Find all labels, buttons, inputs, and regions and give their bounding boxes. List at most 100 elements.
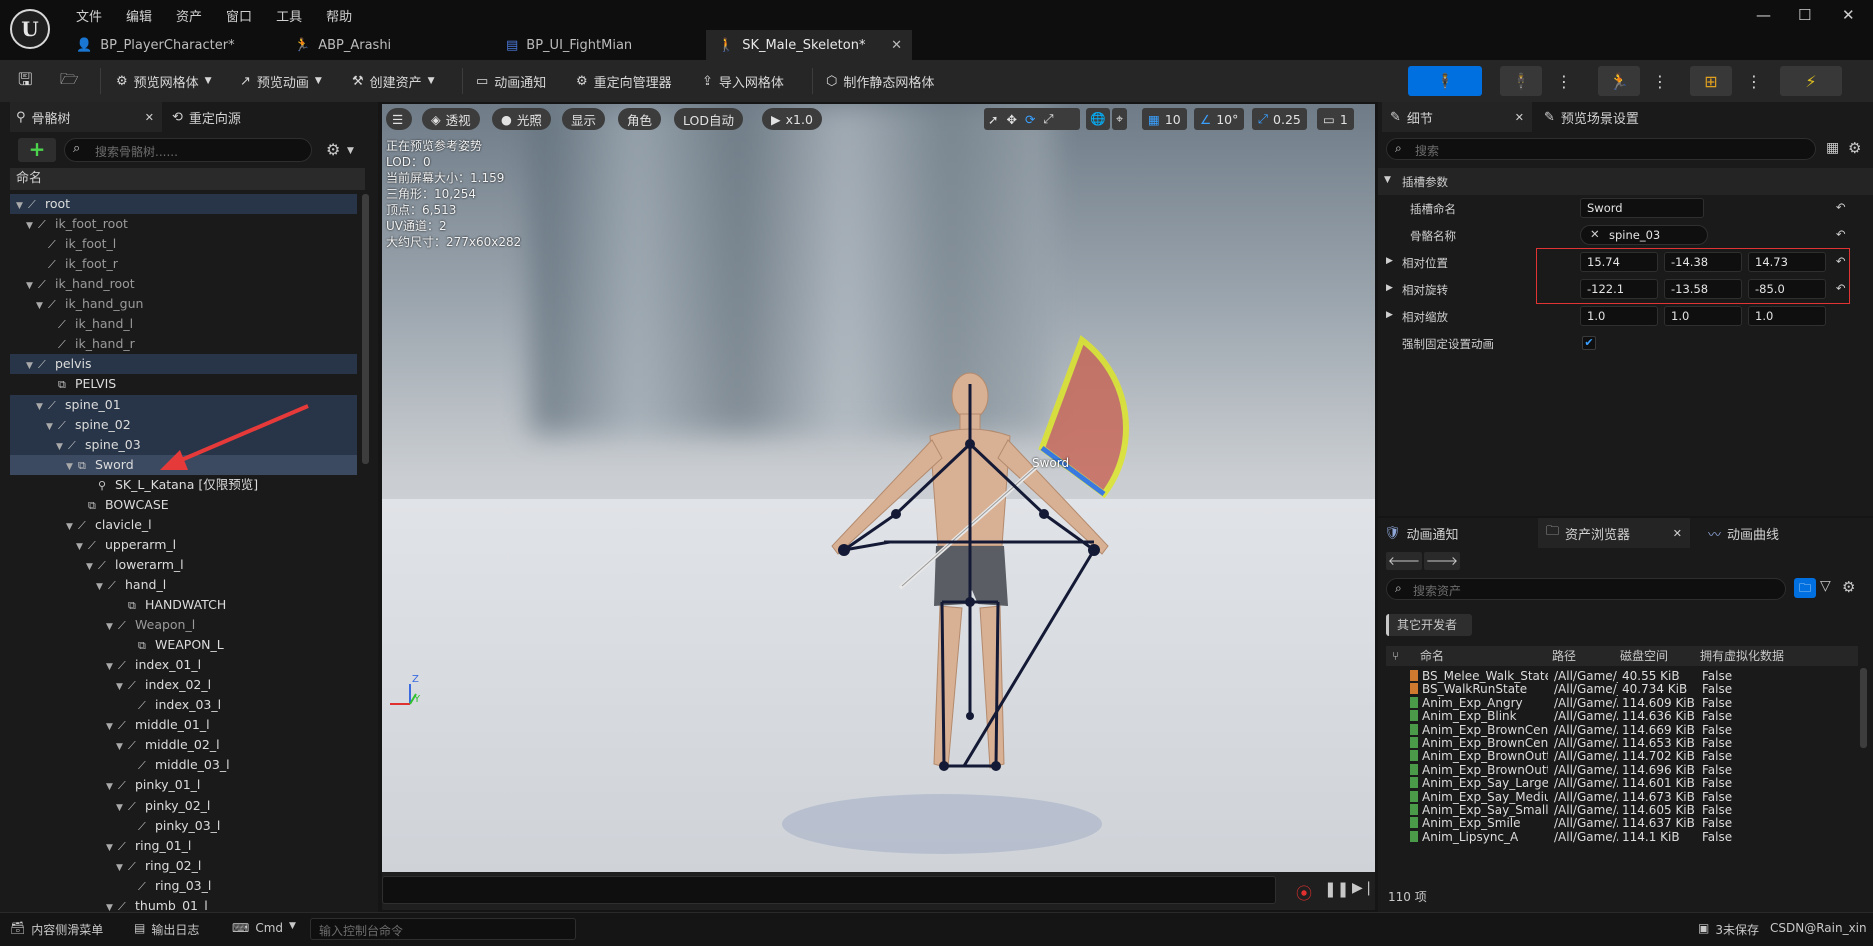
bone-row[interactable]: ⟋ pinky_03_l: [10, 816, 357, 836]
source-control-label[interactable]: CSDN@Rain_xin: [1770, 921, 1867, 935]
step-forward-icon[interactable]: ▶❘: [1352, 880, 1375, 896]
reset-icon[interactable]: ↶: [1836, 200, 1846, 214]
animation-mode-button[interactable]: 🏃: [1598, 66, 1640, 96]
close-tab-icon[interactable]: ✕: [891, 38, 902, 53]
minimize-button[interactable]: —: [1756, 6, 1771, 24]
close-icon[interactable]: ✕: [145, 111, 154, 124]
bone-row[interactable]: ▼ ⟋ lowerarm_l: [10, 555, 357, 575]
clear-icon[interactable]: ✕: [1590, 227, 1600, 241]
col-path[interactable]: 路径: [1552, 646, 1576, 666]
chevron-down-icon[interactable]: ▼: [16, 196, 28, 216]
tab-preview-scene-settings[interactable]: ✎ 预览场景设置: [1544, 102, 1639, 132]
chevron-down-icon[interactable]: ▼: [116, 798, 128, 818]
maximize-button[interactable]: ☐: [1798, 6, 1811, 24]
chevron-down-icon[interactable]: ▼: [116, 858, 128, 878]
unsaved-button[interactable]: ▣ 3未保存: [1698, 921, 1759, 938]
chevron-right-icon[interactable]: ▶: [1386, 283, 1393, 293]
table-view-icon[interactable]: ▦: [1826, 140, 1839, 156]
socket-name-field[interactable]: Sword: [1580, 198, 1704, 218]
chevron-down-icon[interactable]: ▼: [106, 838, 118, 858]
more-icon[interactable]: ⋮: [1652, 68, 1668, 94]
rel-scale-y[interactable]: 1.0: [1664, 306, 1742, 326]
close-window-button[interactable]: ✕: [1842, 6, 1855, 24]
retarget-manager-button[interactable]: ⚙ 重定向管理器: [576, 68, 672, 94]
menu-tools[interactable]: 工具: [264, 4, 314, 27]
chevron-down-icon[interactable]: ▼: [66, 457, 78, 477]
chevron-down-icon[interactable]: ▼: [26, 276, 38, 296]
folder-filter-icon[interactable]: 🗀: [1794, 578, 1816, 598]
force-anim-checkbox[interactable]: ✔: [1582, 336, 1596, 350]
tab-sk-male-skeleton[interactable]: 🚶 SK_Male_Skeleton* ✕: [706, 30, 912, 60]
details-search-input[interactable]: ⌕ 搜索: [1386, 138, 1816, 160]
more-icon[interactable]: ⋮: [1746, 68, 1762, 94]
console-input[interactable]: 输入控制台命令: [310, 918, 576, 940]
bone-row[interactable]: ⟋ ik_foot_l: [10, 234, 357, 254]
anim-notify-button[interactable]: ▭ 动画通知: [476, 68, 546, 94]
chevron-down-icon[interactable]: ▼: [36, 397, 48, 417]
chevron-down-icon[interactable]: ▼: [106, 717, 118, 737]
menu-edit[interactable]: 编辑: [114, 4, 164, 27]
bone-row[interactable]: ⚲ SK_L_Katana [仅限预览]: [10, 475, 357, 495]
bone-row[interactable]: ▼ ⟋ pelvis: [10, 354, 357, 376]
bone-row[interactable]: ▼ ⟋ ring_02_l: [10, 856, 357, 876]
chevron-down-icon[interactable]: ▼: [56, 437, 68, 457]
tab-bp-player-character[interactable]: 👤 BP_PlayerCharacter*: [64, 30, 274, 60]
bone-row[interactable]: ⟋ middle_03_l: [10, 755, 357, 775]
settings-gear-icon[interactable]: ⚙: [326, 140, 340, 159]
bone-row[interactable]: ⟋ index_03_l: [10, 695, 357, 715]
bone-row[interactable]: ▼ ⟋ index_02_l: [10, 675, 357, 695]
save-icon[interactable]: 🖫: [18, 68, 32, 94]
bone-row[interactable]: ⟋ ik_hand_r: [10, 334, 357, 354]
preview-anim-button[interactable]: ↗ 预览动画 ▼: [240, 68, 322, 94]
asset-search-input[interactable]: ⌕ 搜索资产: [1386, 578, 1786, 600]
chevron-down-icon[interactable]: ▼: [347, 146, 354, 156]
timeline-track[interactable]: [382, 876, 1276, 904]
chevron-down-icon[interactable]: ▼: [106, 617, 118, 637]
back-button[interactable]: 🡐: [1386, 552, 1422, 570]
col-virtualized[interactable]: 拥有虚拟化数据: [1700, 646, 1784, 666]
chevron-down-icon[interactable]: ▼: [86, 557, 98, 577]
chevron-right-icon[interactable]: ▶: [1386, 256, 1393, 266]
chevron-down-icon[interactable]: ▼: [116, 737, 128, 757]
menu-help[interactable]: 帮助: [314, 4, 364, 27]
chevron-down-icon[interactable]: ▼: [26, 356, 38, 376]
bone-row[interactable]: ⟋ ring_03_l: [10, 876, 357, 896]
forward-button[interactable]: 🡒: [1424, 552, 1460, 570]
rel-scale-x[interactable]: 1.0: [1580, 306, 1658, 326]
chevron-down-icon[interactable]: ▼: [36, 296, 48, 316]
bone-row[interactable]: ▼ ⟋ hand_l: [10, 575, 357, 595]
record-icon[interactable]: ⦿: [1296, 880, 1312, 904]
filter-icon[interactable]: ▽: [1820, 578, 1831, 594]
close-icon[interactable]: ✕: [1673, 527, 1682, 540]
tab-details[interactable]: ✎ 细节 ✕: [1382, 102, 1532, 132]
menu-asset[interactable]: 资产: [164, 4, 214, 27]
bone-row[interactable]: ▼ ⟋ middle_02_l: [10, 735, 357, 755]
more-icon[interactable]: ⋮: [1556, 68, 1572, 94]
asset-row[interactable]: Anim_Lipsync_A/All/Game/Ai 114.1 KiB False: [1388, 829, 1860, 845]
tab-retarget-sources[interactable]: ⟲ 重定向源: [172, 102, 241, 132]
settings-gear-icon[interactable]: ⚙: [1842, 578, 1855, 596]
bone-list-scrollbar[interactable]: [362, 194, 369, 464]
bone-search-input[interactable]: ⌕ 搜索骨骼树......: [64, 138, 312, 162]
asset-list-scrollbar[interactable]: [1860, 668, 1867, 748]
tab-anim-notifies[interactable]: 🛡 动画通知: [1384, 518, 1459, 548]
viewport[interactable]: ☰ ◈ 透视 ● 光照 显示 角色 LOD自动 ▶ x1.0 ➚ ✥ ⟳ ⤢ 🌐 ⌖ …: [382, 104, 1375, 872]
menu-file[interactable]: 文件: [64, 4, 114, 27]
bone-row[interactable]: ▼ ⟋ middle_01_l: [10, 715, 357, 735]
chevron-down-icon[interactable]: ▼: [66, 517, 78, 537]
chevron-down-icon[interactable]: ▼: [46, 417, 58, 437]
bone-row[interactable]: ⧉ PELVIS: [10, 374, 357, 394]
bone-row[interactable]: ▼ ⟋ ik_foot_root: [10, 214, 357, 234]
tab-abp-arashi[interactable]: 🏃 ABP_Arashi: [282, 30, 482, 60]
chevron-down-icon[interactable]: ▼: [76, 537, 88, 557]
col-disk-size[interactable]: 磁盘空间: [1620, 646, 1668, 666]
bone-row[interactable]: ⟋ ik_hand_l: [10, 314, 357, 334]
menu-window[interactable]: 窗口: [214, 4, 264, 27]
reset-icon[interactable]: ↶: [1836, 227, 1846, 241]
chevron-down-icon[interactable]: ▼: [116, 677, 128, 697]
unreal-logo-icon[interactable]: U: [10, 9, 50, 49]
create-asset-button[interactable]: ⚒ 创建资产 ▼: [352, 68, 435, 94]
physics-mode-button[interactable]: ⚡: [1780, 66, 1842, 96]
output-log-button[interactable]: ▤ 输出日志: [134, 921, 199, 938]
add-socket-button[interactable]: +: [18, 138, 56, 162]
